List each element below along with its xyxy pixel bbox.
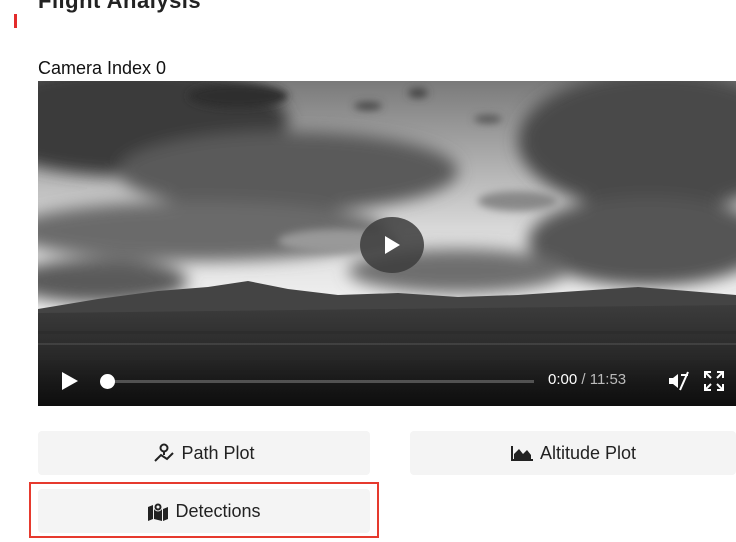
time-display: 0:00 / 11:53	[548, 371, 626, 388]
current-time: 0:00	[548, 371, 578, 388]
camera-label: Camera Index 0	[38, 58, 167, 78]
duration: 11:53	[589, 371, 627, 388]
big-play-button[interactable]	[360, 217, 424, 273]
seek-bar[interactable]	[100, 374, 534, 389]
video-controls: 0:00 / 11:53	[38, 354, 736, 406]
video-player[interactable]: 0:00 / 11:53	[38, 81, 736, 406]
muted-speaker-icon[interactable]	[666, 369, 690, 393]
detections-button[interactable]: Detections	[38, 489, 370, 533]
path-plot-label: Path Plot	[181, 442, 255, 463]
page-title: Flight Analysis	[38, 0, 202, 13]
altitude-plot-button[interactable]: Altitude Plot	[410, 431, 736, 475]
seek-handle[interactable]	[100, 374, 115, 389]
fullscreen-icon[interactable]	[702, 369, 726, 393]
detections-label: Detections	[175, 500, 261, 521]
play-icon[interactable]	[60, 370, 80, 392]
altitude-plot-label: Altitude Plot	[539, 442, 637, 463]
time-separator: /	[577, 371, 590, 388]
area-chart-icon	[510, 444, 534, 462]
path-plot-button[interactable]: Path Plot	[38, 431, 370, 475]
path-route-icon	[153, 443, 175, 463]
header-accent-bar	[14, 14, 17, 28]
page: Flight Analysis Camera Index 0 0:00 / 11…	[0, 0, 736, 542]
map-marker-icon	[147, 501, 169, 521]
play-icon	[385, 236, 400, 254]
